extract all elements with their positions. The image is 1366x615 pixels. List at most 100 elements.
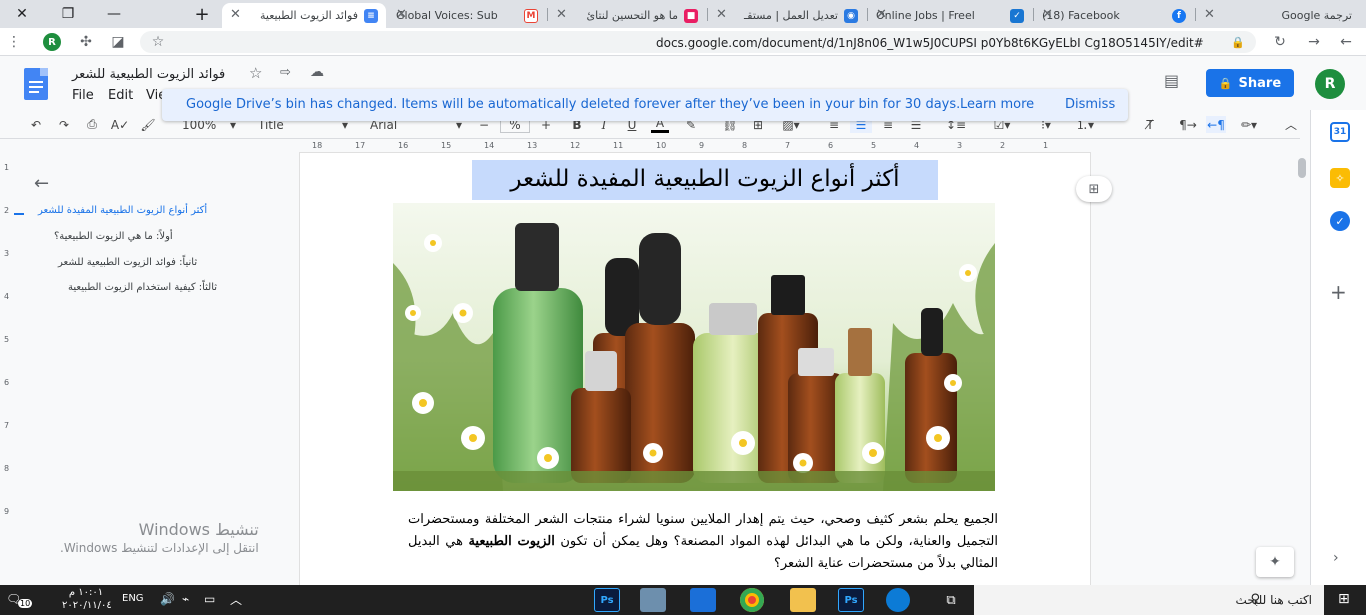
forward-icon[interactable]: →	[1304, 32, 1324, 52]
photoshop-icon[interactable]: Ps	[594, 588, 620, 612]
ruler-label: 1	[4, 163, 10, 172]
ruler-label: 15	[441, 141, 452, 150]
volume-icon[interactable]: 🔊	[160, 592, 175, 606]
keep-icon[interactable]: ✧	[1330, 168, 1350, 188]
outline-item[interactable]: أولاً: ما هي الزيوت الطبيعية؟	[54, 231, 173, 242]
clear-formatting-icon[interactable]: T̸	[1140, 116, 1160, 133]
facebook-icon: f	[1172, 8, 1186, 23]
windows-start-icon[interactable]: ⊞	[1338, 591, 1350, 607]
tab-5[interactable]: f (18) Facebook ✕	[1034, 3, 1194, 28]
star-icon[interactable]: ☆	[249, 64, 262, 82]
spellcheck-icon[interactable]: A✓	[110, 116, 130, 133]
menu-file[interactable]: File	[72, 88, 94, 103]
comments-icon[interactable]: ▤	[1164, 71, 1179, 90]
tab-2[interactable]: ■ ما هو التحسين لنتائ ✕	[548, 3, 706, 28]
tab-6[interactable]: ترجمة Google ✕	[1196, 3, 1360, 28]
bookmark-star-icon[interactable]: ☆	[148, 32, 168, 52]
body-paragraph[interactable]: الجميع يحلم بشعر كثيف وصحي، حيث يتم إهدا…	[408, 509, 998, 575]
profile-avatar[interactable]: R	[43, 33, 61, 51]
tab-3[interactable]: ◉ تعديل العمل | مستقـ ✕	[708, 3, 866, 28]
watermark-title: تنشيط Windows	[138, 520, 259, 539]
back-arrow-icon[interactable]: ←	[34, 173, 49, 194]
site-icon: ✓	[1010, 8, 1024, 23]
undo-icon[interactable]: ↶	[26, 116, 46, 133]
extension-box-icon[interactable]: ◪	[108, 32, 128, 52]
natural-oils-photo[interactable]	[393, 203, 995, 491]
account-avatar[interactable]: R	[1315, 69, 1345, 99]
reload-icon[interactable]: ↻	[1270, 32, 1290, 52]
close-icon[interactable]: ✕	[1042, 7, 1053, 22]
outline-item[interactable]: أكثر أنواع الزيوت الطبيعية المفيدة للشعر	[38, 205, 207, 216]
extensions-icon[interactable]: ✣	[76, 32, 96, 52]
window-close-icon[interactable]: ✕	[0, 0, 44, 28]
notification-count: 10	[18, 599, 33, 608]
ruler-label: 6	[4, 378, 10, 387]
dismiss-button[interactable]: Dismiss	[1065, 97, 1115, 112]
paint-format-icon[interactable]: 🖌	[138, 116, 158, 133]
share-button[interactable]: 🔒 Share	[1206, 69, 1294, 97]
window-restore-icon[interactable]: ❐	[46, 0, 90, 28]
add-addon-icon[interactable]: +	[1330, 280, 1347, 304]
document-page[interactable]: أكثر أنواع الزيوت الطبيعية المفيدة للشعر…	[300, 153, 1112, 585]
menu-edit[interactable]: Edit	[108, 88, 133, 103]
close-icon[interactable]: ✕	[556, 7, 567, 22]
file-explorer-icon[interactable]	[790, 588, 816, 612]
docs-logo-line	[29, 81, 43, 83]
calendar-icon[interactable]: 31	[1330, 122, 1350, 142]
horizontal-ruler[interactable]: 18 17 16 15 14 13 12 11 10 9 8 7 6 5 4 3 2 1	[300, 139, 1090, 153]
close-icon[interactable]: ✕	[230, 7, 241, 22]
editing-mode-icon[interactable]: ✏▾	[1234, 116, 1264, 133]
ruler-label: 10	[656, 141, 667, 150]
close-icon[interactable]: ✕	[1204, 7, 1215, 22]
clock-date[interactable]: ٢٠٢٠/١١/٠٤	[62, 600, 112, 611]
outline-item[interactable]: ثانياً: فوائد الزيوت الطبيعية للشعر	[58, 257, 197, 268]
vertical-ruler[interactable]: 1 2 3 4 5 6 7 8 9	[0, 153, 14, 585]
back-icon[interactable]: ←	[1336, 32, 1356, 52]
input-language[interactable]: ENG	[122, 593, 144, 604]
tab-title: ترجمة Google	[1281, 9, 1352, 22]
battery-icon[interactable]: ▭	[204, 592, 215, 606]
network-icon[interactable]: ⌁	[182, 592, 189, 606]
ruler-label: 8	[4, 464, 10, 473]
mail-icon[interactable]	[690, 588, 716, 612]
ltr-icon[interactable]: ¶→	[1178, 116, 1198, 133]
docs-logo-icon[interactable]	[24, 68, 48, 100]
taskbar-search-box[interactable]: اكتب هنا للبحث ⚲	[974, 585, 1324, 615]
clock-time[interactable]: ١٠:٠١ م	[62, 587, 110, 598]
new-tab-button[interactable]: +	[180, 0, 224, 28]
vertical-scrollbar-thumb[interactable]	[1298, 158, 1306, 178]
print-icon[interactable]: ⎙	[82, 116, 102, 133]
redo-icon[interactable]: ↷	[54, 116, 74, 133]
show-hidden-icons-icon[interactable]: ︿	[230, 591, 242, 608]
collapse-panel-icon[interactable]: ›	[1333, 550, 1339, 566]
edge-icon[interactable]	[886, 588, 910, 612]
add-comment-button[interactable]: ⊞	[1076, 176, 1112, 202]
tab-title: ما هو التحسين لنتائ	[586, 9, 678, 22]
collapse-toolbar-icon[interactable]: ︿	[1282, 116, 1300, 133]
omnibox[interactable]: ☆ docs.google.com/document/d/1nJ8n06_W1w…	[140, 31, 1256, 53]
photoshop-icon[interactable]: Ps	[838, 588, 864, 612]
more-vert-icon[interactable]: ⋮	[4, 32, 24, 52]
cloud-status-icon[interactable]: ☁	[310, 64, 324, 80]
close-icon[interactable]: ✕	[876, 7, 887, 22]
task-view-icon[interactable]: ⧉	[938, 588, 964, 612]
document-heading[interactable]: أكثر أنواع الزيوت الطبيعية المفيدة للشعر	[472, 160, 938, 200]
learn-more-link[interactable]: Learn more	[960, 97, 1034, 112]
move-folder-icon[interactable]: ⇨	[280, 65, 291, 80]
app-icon[interactable]	[640, 588, 666, 612]
rtl-icon[interactable]: ←¶	[1206, 116, 1226, 133]
tab-4[interactable]: ✓ Online Jobs | Freel ✕	[868, 3, 1032, 28]
ruler-label: 1	[1043, 141, 1049, 150]
lock-icon[interactable]: 🔒	[1228, 32, 1248, 52]
chrome-icon[interactable]	[740, 588, 764, 612]
search-placeholder: اكتب هنا للبحث	[1235, 593, 1312, 607]
tab-1[interactable]: M Global Voices: Sub ✕	[388, 3, 546, 28]
window-minimize-icon[interactable]: —	[92, 0, 136, 28]
tasks-icon[interactable]: ✓	[1330, 211, 1350, 231]
document-title[interactable]: فوائد الزيوت الطبيعية للشعر	[72, 67, 225, 82]
explore-button[interactable]: ✦	[1256, 547, 1294, 577]
close-icon[interactable]: ✕	[716, 7, 727, 22]
outline-item[interactable]: ثالثاً: كيفية استخدام الزيوت الطبيعية	[68, 282, 217, 293]
tab-0[interactable]: ≡ فوائد الزيوت الطبيعية ✕	[222, 3, 386, 28]
close-icon[interactable]: ✕	[396, 7, 407, 22]
